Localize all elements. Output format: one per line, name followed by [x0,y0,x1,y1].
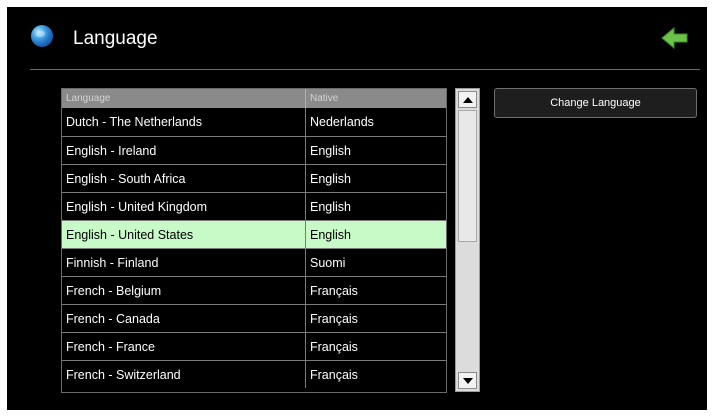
cell-native: Français [310,340,358,354]
scroll-down-button[interactable] [458,372,477,389]
globe-icon [31,25,53,47]
cell-native: Français [310,284,358,298]
language-table: Language Native Dutch - The Netherlands N… [61,88,447,393]
cell-language: English - South Africa [62,165,306,192]
cell-native: English [310,144,351,158]
cell-native: English [310,172,351,186]
table-row-selected[interactable]: English - United States English [62,220,446,248]
language-settings-screen: Language Language Native Dutch - The Net… [7,7,707,410]
change-language-button[interactable]: Change Language [494,88,697,118]
cell-language: French - France [62,333,306,360]
cell-native: English [310,228,351,242]
table-body: Dutch - The Netherlands Nederlands English… [62,108,446,388]
cell-native: Français [310,368,358,382]
page-title: Language [73,28,158,49]
cell-language: English - United Kingdom [62,193,306,220]
cell-native: Suomi [310,256,346,270]
table-row[interactable]: French - Canada Français [62,304,446,332]
cell-language: Dutch - The Netherlands [62,108,306,136]
cell-native: Nederlands [310,115,374,129]
cell-language: French - Belgium [62,277,306,304]
cell-language: French - Switzerland [62,361,306,388]
table-row[interactable]: Finnish - Finland Suomi [62,248,446,276]
table-row[interactable]: English - United Kingdom English [62,192,446,220]
cell-native: Français [310,312,358,326]
cell-language: English - Ireland [62,137,306,164]
cell-language: English - United States [62,221,306,248]
table-row[interactable]: English - South Africa English [62,164,446,192]
cell-language: French - Canada [62,305,306,332]
header-divider [30,69,700,70]
cell-language: Finnish - Finland [62,249,306,276]
table-row[interactable]: French - Belgium Français [62,276,446,304]
column-header-native[interactable]: Native [306,89,446,108]
cell-native: English [310,200,351,214]
table-row[interactable]: Dutch - The Netherlands Nederlands [62,108,446,136]
column-header-language[interactable]: Language [62,89,306,108]
vertical-scrollbar[interactable] [455,88,480,392]
back-arrow-icon[interactable] [661,27,689,49]
table-row[interactable]: French - France Français [62,332,446,360]
table-row[interactable]: French - Switzerland Français [62,360,446,388]
scrollbar-thumb[interactable] [458,110,477,242]
scroll-up-button[interactable] [458,91,477,108]
table-row[interactable]: English - Ireland English [62,136,446,164]
table-header: Language Native [62,89,446,108]
